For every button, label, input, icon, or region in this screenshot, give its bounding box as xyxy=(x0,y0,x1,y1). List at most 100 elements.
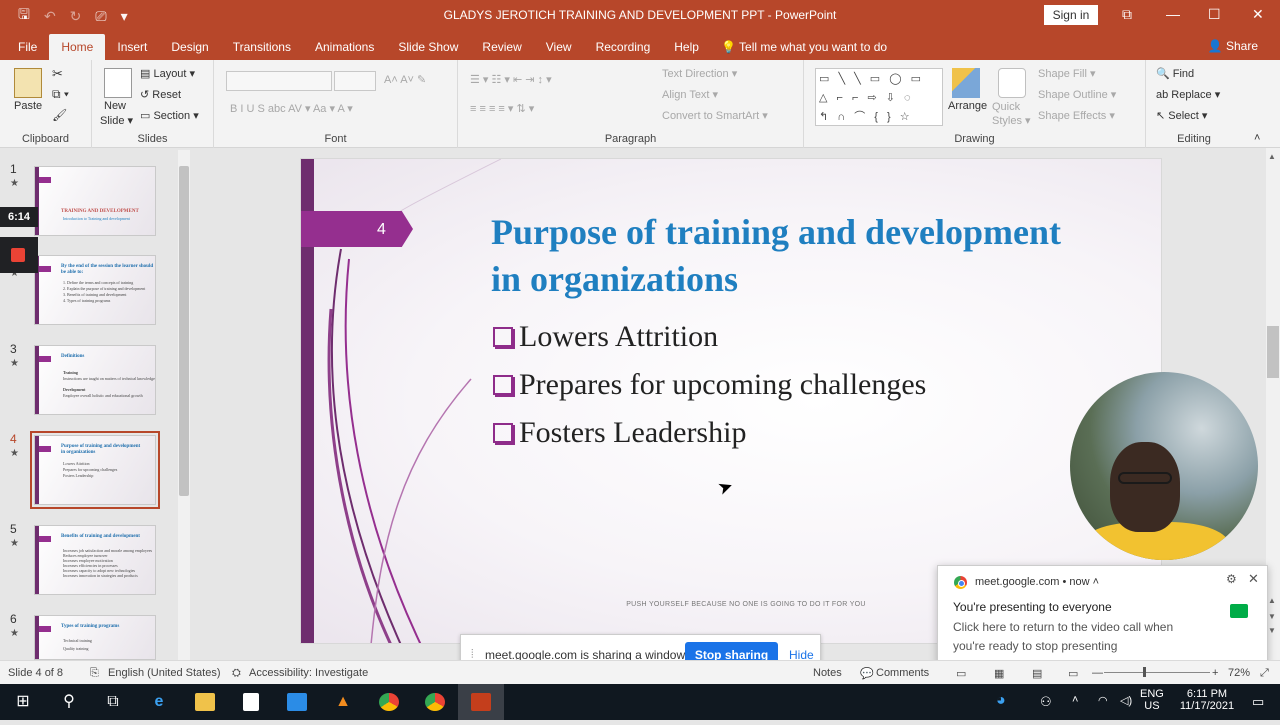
zoom-in-icon[interactable]: + xyxy=(1212,667,1218,679)
alignment-buttons[interactable]: ≡ ≡ ≡ ≡ ▾ ⇅ ▾ xyxy=(470,102,534,115)
scrollbar-thumb[interactable] xyxy=(1267,326,1279,378)
slide-thumbnail-2[interactable]: By the end of the session the learner sh… xyxy=(34,255,156,325)
accessibility-status[interactable]: Accessibility: Investigate xyxy=(249,667,368,679)
zoom-out-icon[interactable]: — xyxy=(1092,667,1103,679)
arrange-button[interactable]: Arrange xyxy=(948,100,987,112)
slide-sorter-icon[interactable]: ▦ xyxy=(994,667,1004,680)
layout-button[interactable]: ▤ Layout ▾ xyxy=(140,67,195,80)
input-language[interactable]: ENG US xyxy=(1140,688,1164,712)
mail-icon[interactable] xyxy=(274,684,320,720)
replace-button[interactable]: ab Replace ▾ xyxy=(1156,88,1220,101)
present-from-beginning-icon[interactable]: ⎚ xyxy=(95,8,106,25)
slide-thumbnail-5[interactable]: Benefits of training and development Inc… xyxy=(34,525,156,595)
comments-icon[interactable]: 💬 xyxy=(860,667,874,680)
arrange-icon[interactable] xyxy=(952,68,980,98)
align-text-button[interactable]: Align Text ▾ xyxy=(662,88,718,101)
scrollbar-thumb[interactable] xyxy=(179,166,189,496)
slide-thumbnail-4[interactable]: Purpose of training and development in o… xyxy=(30,431,160,509)
slideshow-icon[interactable]: ▭ xyxy=(1068,667,1078,680)
copy-icon[interactable]: ⧉ ▾ xyxy=(52,87,69,102)
shapes-gallery[interactable]: ▭ ╲ ╲ ▭ ◯ ▭ △ ⌐ ⌐ ⇨ ⇩ ◌ ↰ ∩ ⌒ { } ☆ xyxy=(815,68,943,126)
zoom-level[interactable]: 72% xyxy=(1228,667,1250,679)
reading-view-icon[interactable]: ▤ xyxy=(1032,667,1042,680)
section-button[interactable]: ▭ Section ▾ xyxy=(140,109,199,122)
prev-slide-icon[interactable]: ▲ xyxy=(1268,596,1276,605)
notifications-icon[interactable]: ▭ xyxy=(1252,694,1264,710)
minimize-icon[interactable]: — xyxy=(1166,6,1180,22)
paste-icon[interactable] xyxy=(14,68,42,98)
shape-outline-button[interactable]: Shape Outline ▾ xyxy=(1038,88,1116,101)
reset-button[interactable]: ↺ Reset xyxy=(140,88,181,101)
store-icon[interactable] xyxy=(228,684,274,720)
tab-animations[interactable]: Animations xyxy=(303,34,386,60)
tab-slide-show[interactable]: Slide Show xyxy=(386,34,470,60)
language-indicator[interactable]: English (United States) xyxy=(108,667,221,679)
chrome-update-icon[interactable]: ◕ xyxy=(996,692,1006,710)
tell-me-search[interactable]: 💡 Tell me what you want to do xyxy=(721,34,887,60)
gear-icon[interactable]: ⚙ xyxy=(1226,572,1237,586)
new-slide-dropdown[interactable]: Slide ▾ xyxy=(100,114,133,127)
cut-icon[interactable]: ✂ xyxy=(52,66,63,82)
presenting-notification[interactable]: meet.google.com • now ˄ ⚙ ✕ You're prese… xyxy=(937,565,1268,665)
collapse-ribbon-icon[interactable]: ˄ xyxy=(1254,132,1260,144)
tab-recording[interactable]: Recording xyxy=(584,34,663,60)
format-painter-icon[interactable]: 🖌 xyxy=(52,108,67,122)
clock[interactable]: 6:11 PM 11/17/2021 xyxy=(1172,688,1242,712)
shape-effects-button[interactable]: Shape Effects ▾ xyxy=(1038,109,1115,122)
undo-icon[interactable]: ↶ xyxy=(44,8,56,25)
select-button[interactable]: ↖ Select ▾ xyxy=(1156,109,1207,122)
scroll-down-icon[interactable]: ▼ xyxy=(1268,612,1276,621)
font-formatting-buttons[interactable]: B I U S abc AV ▾ Aa ▾ A ▾ xyxy=(230,102,353,115)
scroll-up-icon[interactable]: ▲ xyxy=(1268,152,1276,161)
slide-bullets[interactable]: Lowers Attrition Prepares for upcoming c… xyxy=(491,313,926,457)
new-slide-icon[interactable] xyxy=(104,68,132,98)
edge-icon[interactable]: e xyxy=(136,684,182,720)
close-icon[interactable]: ✕ xyxy=(1252,6,1264,23)
new-slide-button[interactable]: New xyxy=(104,100,126,112)
tab-transitions[interactable]: Transitions xyxy=(221,34,303,60)
share-button[interactable]: 👤 Share xyxy=(1208,39,1258,53)
bullets-numbering-buttons[interactable]: ☰ ▾ ☷ ▾ ⇤ ⇥ ↕ ▾ xyxy=(470,73,552,86)
maximize-icon[interactable]: ☐ xyxy=(1208,6,1221,23)
redo-icon[interactable]: ↻ xyxy=(70,8,82,25)
volume-icon[interactable]: ◁) xyxy=(1120,694,1132,707)
font-size-combo[interactable] xyxy=(334,71,376,91)
customize-qat-icon[interactable]: ▾ xyxy=(121,8,128,25)
show-hidden-icons-icon[interactable]: ˄ xyxy=(1072,694,1078,706)
slide-thumbnail-1[interactable]: TRAINING AND DEVELOPMENT Introduction to… xyxy=(34,166,156,236)
quick-styles-icon[interactable] xyxy=(998,68,1026,98)
powerpoint-icon[interactable] xyxy=(458,684,504,720)
save-icon[interactable]: 🖫 xyxy=(18,4,30,28)
find-button[interactable]: 🔍 Find xyxy=(1156,67,1194,80)
slide-title[interactable]: Purpose of training and development in o… xyxy=(491,209,1091,303)
grow-shrink-font-icon[interactable]: A˄ A˅ ✎ xyxy=(384,73,426,86)
notification-body[interactable]: Click here to return to the video call w… xyxy=(953,618,1193,656)
fit-to-window-icon[interactable]: ⤢ xyxy=(1260,667,1269,680)
comments-button[interactable]: Comments xyxy=(876,667,929,679)
webcam-bubble[interactable] xyxy=(1070,372,1258,560)
quick-styles-button[interactable]: Quick Styles ▾ xyxy=(992,100,1032,128)
convert-smartart-button[interactable]: Convert to SmartArt ▾ xyxy=(662,109,768,122)
ribbon-display-options-icon[interactable]: ⧉ xyxy=(1122,6,1132,23)
vlc-icon[interactable]: ▲ xyxy=(320,684,366,720)
slide-thumbnail-3[interactable]: Definitions Training Instructions are ta… xyxy=(34,345,156,415)
slide-scrollbar[interactable]: ▲ ▲ ▼ ▼ xyxy=(1266,148,1280,660)
slide-thumbnail-6[interactable]: Types of training programs Technical tra… xyxy=(34,615,156,660)
thumbnails-scrollbar[interactable] xyxy=(178,150,190,660)
sign-in-button[interactable]: Sign in xyxy=(1044,5,1098,25)
chrome-icon[interactable] xyxy=(366,684,412,720)
text-direction-button[interactable]: Text Direction ▾ xyxy=(662,67,737,80)
task-view-icon[interactable]: ⧉ xyxy=(90,684,136,720)
zoom-slider[interactable] xyxy=(1104,672,1210,673)
tab-review[interactable]: Review xyxy=(470,34,533,60)
paste-button[interactable]: Paste xyxy=(14,100,42,112)
file-explorer-icon[interactable] xyxy=(182,684,228,720)
spellcheck-icon[interactable]: ⎘ xyxy=(90,667,99,680)
accessibility-icon[interactable]: ⛭ xyxy=(232,667,241,680)
shape-fill-button[interactable]: Shape Fill ▾ xyxy=(1038,67,1096,80)
windows-start-icon[interactable]: ⊞ xyxy=(0,684,46,720)
stop-recording-button[interactable] xyxy=(0,237,38,273)
tab-file[interactable]: File xyxy=(6,34,49,60)
tab-home[interactable]: Home xyxy=(49,34,106,60)
notes-button[interactable]: Notes xyxy=(813,667,842,679)
